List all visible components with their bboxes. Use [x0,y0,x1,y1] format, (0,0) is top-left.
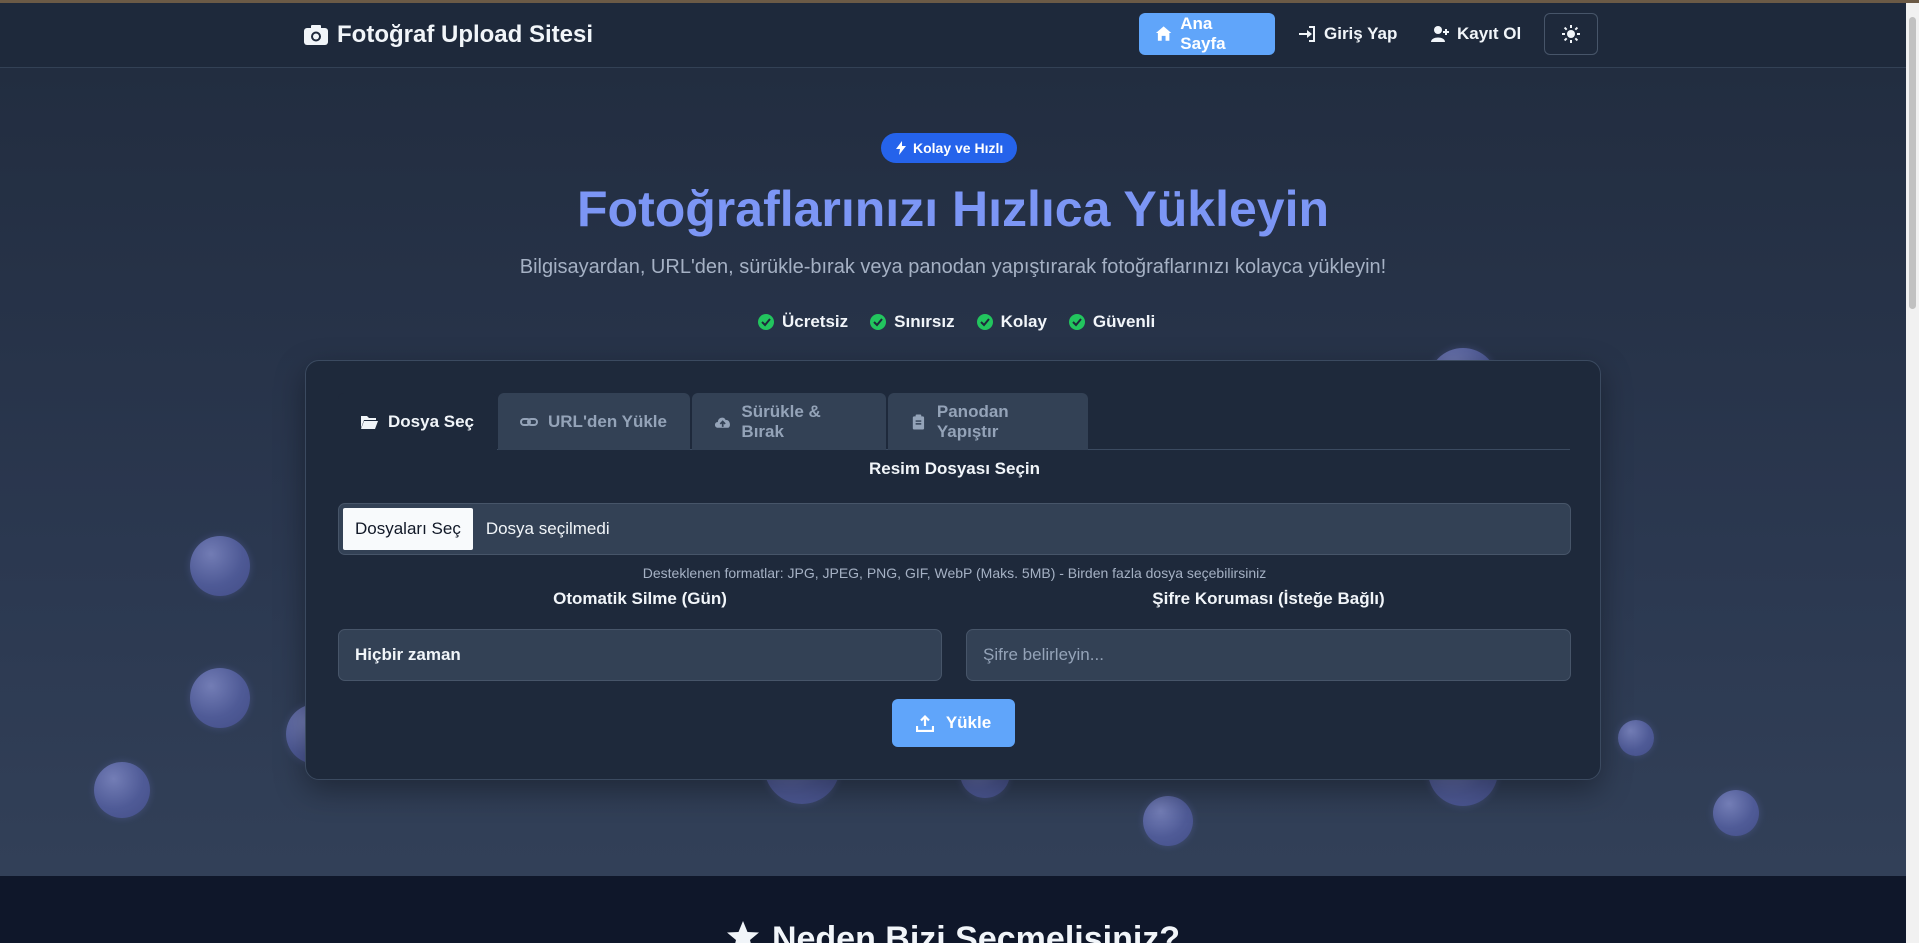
home-icon [1155,26,1172,41]
feature-item: Sınırsız [870,312,955,332]
tab-label: Panodan Yapıştır [936,401,1009,441]
folder-open-icon [361,415,378,429]
feature-label: Kolay [1000,312,1047,331]
tab-url-upload[interactable]: URL'den Yükle [498,393,690,450]
nav-login-label: Giriş Yap [1324,24,1398,43]
auto-delete-label: Otomatik Silme (Gün) [553,589,727,608]
feature-item: Ücretsiz [758,312,848,332]
upload-button-label: Yükle [945,713,992,732]
hero-badge: Kolay ve Hızlı [881,133,1018,163]
scrollbar-thumb[interactable] [1909,17,1916,309]
file-status-text: Dosya seçilmedi [485,519,610,538]
nav-register-button[interactable]: Kayıt Ol [1415,13,1537,55]
hero-badge-label: Kolay ve Hızlı [913,140,1004,156]
feature-label: Sınırsız [894,312,955,331]
page-scrollbar[interactable] [1906,3,1919,943]
star-icon [726,921,759,943]
upload-icon [915,714,934,732]
hero-section: Kolay ve Hızlı Fotoğraflarınızı Hızlıca … [0,68,1906,876]
clipboard-icon [912,413,925,430]
tab-file-select[interactable]: Dosya Seç [338,393,497,450]
feature-item: Güvenli [1068,312,1156,332]
hero-subtitle: Bilgisayardan, URL'den, sürükle-bırak ve… [519,256,1387,278]
sun-icon [1562,25,1580,43]
feature-label: Güvenli [1092,312,1156,331]
decorative-bubble [94,762,150,818]
decorative-bubble [1713,790,1759,836]
decorative-bubble [1143,796,1193,846]
auto-delete-select[interactable]: Hiçbir zaman [338,629,942,681]
tab-paste-clipboard[interactable]: Panodan Yapıştır [888,393,1088,450]
feature-label: Ücretsiz [782,312,849,331]
brand[interactable]: Fotoğraf Upload Sitesi [303,21,593,49]
file-select-label: Resim Dosyası Seçin [868,459,1041,478]
why-us-title: Neden Bizi Seçmelisiniz? [0,920,1906,943]
tab-label: URL'den Yükle [548,411,667,431]
check-circle-icon [976,314,993,330]
password-input[interactable]: Şifre belirleyin... [966,629,1571,681]
file-input[interactable]: Dosyaları Seç Dosya seçilmedi [338,503,1571,555]
feature-item: Kolay [976,312,1047,332]
theme-toggle-button[interactable] [1544,13,1598,55]
user-plus-icon [1431,26,1449,42]
nav-home-button[interactable]: Ana Sayfa [1139,13,1275,55]
tab-label: Dosya Seç [388,411,474,431]
check-circle-icon [1068,314,1085,330]
camera-icon [304,25,328,45]
link-icon [520,417,538,426]
why-us-section: Neden Bizi Seçmelisiniz? [0,876,1906,943]
bolt-icon [896,141,906,155]
decorative-bubble [190,668,250,728]
check-circle-icon [758,314,774,330]
password-label: Şifre Koruması (İsteğe Bağlı) [1152,589,1385,608]
tab-drag-drop[interactable]: Sürükle & Bırak [692,393,886,450]
upload-button[interactable]: Yükle [892,699,1015,747]
choose-files-button[interactable]: Dosyaları Seç [343,508,473,550]
supported-formats-hint: Desteklenen formatlar: JPG, JPEG, PNG, G… [642,565,1267,581]
sign-in-icon [1299,26,1315,42]
decorative-bubble [1618,720,1654,756]
why-us-title-text: Neden Bizi Seçmelisiniz? [771,920,1181,943]
nav-login-button[interactable]: Giriş Yap [1282,13,1413,55]
hero-title: Fotoğraflarınızı Hızlıca Yükleyin [576,181,1330,237]
nav-home-label: Ana Sayfa [1180,14,1226,53]
tab-label: Sürükle & Bırak [741,401,821,441]
feature-list: Ücretsiz Sınırsız Kolay Güvenli [758,312,1155,332]
upload-card: Dosya Seç URL'den Yükle Sürükle & Bırak … [305,360,1601,780]
brand-name: Fotoğraf Upload Sitesi [337,21,594,48]
decorative-bubble [190,536,250,596]
nav-register-label: Kayıt Ol [1457,24,1522,43]
cloud-upload-icon [714,417,730,428]
upload-tabs: Dosya Seç URL'den Yükle Sürükle & Bırak … [338,393,1570,450]
check-circle-icon [870,314,887,330]
navbar: Fotoğraf Upload Sitesi Ana Sayfa Giriş Y… [0,3,1906,68]
